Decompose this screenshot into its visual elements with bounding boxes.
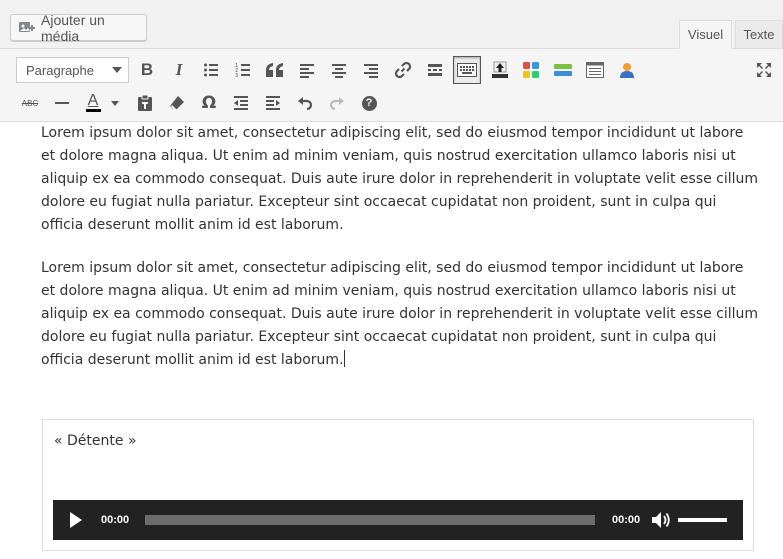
format-select-value: Paragraphe bbox=[26, 62, 94, 78]
undo-button[interactable] bbox=[291, 89, 319, 117]
plugin-upload-button[interactable] bbox=[486, 56, 514, 84]
audio-title: « Détente » bbox=[54, 433, 137, 449]
audio-embed[interactable]: « Détente » 00:00 00:00 bbox=[42, 419, 754, 551]
plugin-table-button[interactable] bbox=[581, 56, 609, 84]
indent-icon bbox=[266, 96, 280, 110]
align-left-icon bbox=[300, 64, 314, 78]
volume-button[interactable] bbox=[651, 511, 671, 532]
plugin-user-button[interactable] bbox=[613, 56, 641, 84]
text-color-label: A bbox=[87, 92, 99, 109]
svg-text:3: 3 bbox=[235, 73, 238, 78]
add-media-icon bbox=[18, 19, 35, 36]
plugin-grid-icon bbox=[523, 62, 539, 78]
indent-button[interactable] bbox=[259, 89, 287, 117]
plugin-bar-button[interactable] bbox=[549, 56, 577, 84]
special-character-icon: Ω bbox=[201, 93, 217, 113]
bullet-list-icon bbox=[204, 63, 218, 77]
align-right-icon bbox=[364, 64, 378, 78]
paragraph: Lorem ipsum dolor sit amet, consectetur … bbox=[41, 260, 759, 368]
horizontal-line-icon bbox=[55, 102, 69, 104]
fullscreen-icon bbox=[757, 63, 771, 77]
text-color-icon: A bbox=[85, 92, 101, 112]
help-button[interactable]: ? bbox=[355, 89, 383, 117]
numbered-list-icon: 123 bbox=[235, 63, 250, 78]
align-center-icon bbox=[332, 64, 346, 78]
editor-toolbar: Paragraphe B I 123 ABC A Ω ? bbox=[0, 49, 783, 122]
blockquote-icon bbox=[266, 63, 283, 77]
plugin-grid-button[interactable] bbox=[517, 56, 545, 84]
paragraph: Lorem ipsum dolor sit amet, consectetur … bbox=[41, 125, 759, 233]
undo-icon bbox=[298, 97, 313, 111]
link-icon bbox=[394, 61, 412, 79]
current-time: 00:00 bbox=[101, 514, 130, 526]
text-color-swatch bbox=[85, 109, 101, 112]
plugin-bar-icon bbox=[554, 64, 572, 76]
paste-text-button[interactable] bbox=[131, 89, 159, 117]
volume-icon bbox=[652, 512, 670, 528]
italic-icon: I bbox=[175, 60, 183, 79]
format-select[interactable]: Paragraphe bbox=[16, 57, 129, 83]
toolbar-toggle-icon bbox=[457, 63, 477, 77]
text-color-button[interactable]: A bbox=[80, 89, 106, 117]
add-media-label: Ajouter un média bbox=[41, 11, 105, 44]
fullscreen-button[interactable] bbox=[750, 56, 778, 84]
duration: 00:00 bbox=[612, 514, 641, 526]
align-left-button[interactable] bbox=[293, 56, 321, 84]
editor-content[interactable]: Lorem ipsum dolor sit amet, consectetur … bbox=[41, 122, 761, 372]
play-icon bbox=[70, 512, 82, 528]
clear-formatting-button[interactable] bbox=[163, 89, 191, 117]
redo-icon bbox=[329, 97, 344, 111]
paste-text-icon bbox=[138, 94, 152, 111]
progress-rail[interactable] bbox=[145, 515, 595, 525]
horizontal-line-button[interactable] bbox=[48, 89, 76, 117]
plugin-upload-icon bbox=[492, 61, 508, 78]
play-button[interactable] bbox=[69, 511, 83, 532]
read-more-icon bbox=[428, 64, 442, 76]
blockquote-button[interactable] bbox=[261, 56, 289, 84]
chevron-down-icon bbox=[111, 100, 119, 106]
chevron-down-icon bbox=[112, 67, 122, 73]
tab-texte[interactable]: Texte bbox=[735, 20, 783, 49]
link-button[interactable] bbox=[389, 56, 417, 84]
read-more-button[interactable] bbox=[421, 56, 449, 84]
add-media-button[interactable]: Ajouter un média bbox=[10, 11, 147, 44]
text-caret bbox=[343, 350, 345, 367]
volume-slider[interactable] bbox=[678, 518, 727, 522]
tab-visuel[interactable]: Visuel bbox=[679, 20, 732, 49]
toolbar-toggle-button[interactable] bbox=[453, 56, 481, 84]
bullet-list-button[interactable] bbox=[197, 56, 225, 84]
italic-button[interactable]: I bbox=[165, 56, 193, 84]
paragraph-with-caret: Lorem ipsum dolor sit amet, consectetur … bbox=[41, 257, 761, 372]
plugin-table-icon bbox=[586, 62, 604, 78]
outdent-button[interactable] bbox=[227, 89, 255, 117]
strikethrough-button[interactable]: ABC bbox=[16, 89, 44, 117]
text-color-dropdown[interactable] bbox=[106, 89, 124, 117]
outdent-icon bbox=[234, 96, 248, 110]
align-center-button[interactable] bbox=[325, 56, 353, 84]
audio-player: 00:00 00:00 bbox=[53, 500, 743, 540]
align-right-button[interactable] bbox=[357, 56, 385, 84]
clear-formatting-icon bbox=[170, 96, 184, 109]
bold-icon: B bbox=[140, 60, 154, 79]
plugin-user-icon bbox=[620, 63, 634, 78]
bold-button[interactable]: B bbox=[133, 56, 161, 84]
numbered-list-button[interactable]: 123 bbox=[229, 56, 257, 84]
strikethrough-icon: ABC bbox=[21, 98, 39, 108]
special-character-button[interactable]: Ω bbox=[195, 89, 223, 117]
help-icon: ? bbox=[361, 95, 377, 111]
redo-button[interactable] bbox=[323, 89, 351, 117]
